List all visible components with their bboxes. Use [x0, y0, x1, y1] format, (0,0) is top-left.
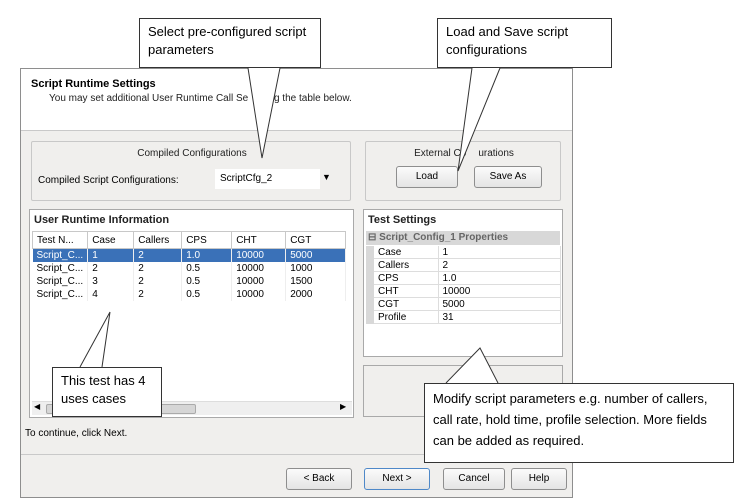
pointer-load: [457, 67, 501, 172]
pointer-modify: [445, 347, 499, 384]
callout-select-params: Select pre-configured script parameters: [139, 18, 321, 68]
callout-load-save: Load and Save script configurations: [437, 18, 612, 68]
pointer-select: [247, 67, 281, 159]
pointer-test: [79, 311, 111, 368]
callout-modify-params: Modify script parameters e.g. number of …: [424, 383, 734, 463]
callout-use-cases: This test has 4 uses cases: [52, 367, 162, 417]
